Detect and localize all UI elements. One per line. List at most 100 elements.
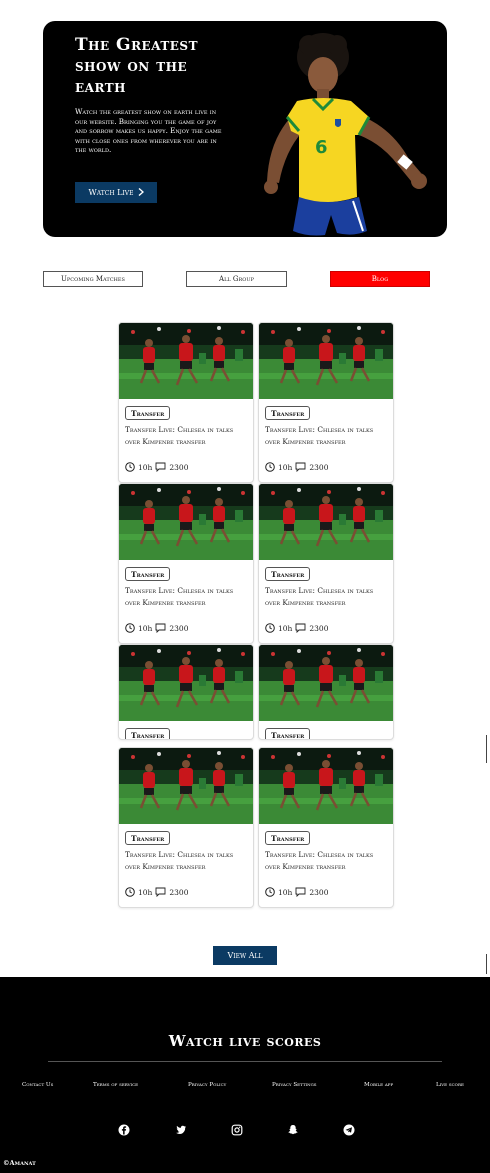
footer-link-privacy-settings[interactable]: Privacy Settings	[272, 1082, 317, 1088]
category-badge: Transfer	[265, 831, 311, 845]
card-meta: 10h 2300	[125, 462, 188, 472]
football-photo	[119, 323, 253, 399]
card-title: Transfer Live: Chlesea in talks over Kimp…	[125, 586, 251, 607]
blog-card[interactable]: Transfer Transfer Live: Chlesea in talks…	[258, 322, 394, 483]
comment-count: 2300	[169, 887, 189, 897]
card-title-line1: Transfer Live: Chlesea in talks	[125, 586, 234, 595]
card-title-line2: over Kimpenbe transfer	[265, 598, 346, 607]
tab-blog[interactable]: Blog	[330, 271, 430, 287]
football-photo	[119, 484, 253, 560]
card-title-line1: Transfer Live: Chlesea in talks	[265, 850, 374, 859]
hero-banner: The Greatest show on the earth Watch the…	[43, 21, 447, 237]
category-badge: Transfer	[125, 406, 171, 420]
comment-icon	[295, 462, 306, 472]
football-photo	[259, 323, 393, 399]
instagram-icon[interactable]	[231, 1121, 243, 1136]
time-ago: 10h	[138, 623, 153, 633]
svg-text:6: 6	[315, 137, 328, 158]
category-badge: Transfer	[125, 831, 171, 845]
card-title: Transfer Live: Chlesea in talks over Kimp…	[125, 425, 251, 446]
card-meta: 10h 2300	[125, 623, 188, 633]
category-badge: Transfer	[265, 728, 311, 739]
clock-icon	[125, 887, 135, 897]
footer-link-privacy-policy[interactable]: Privacy Policy	[188, 1082, 226, 1088]
card-title-line2: over Kimpenbe transfer	[265, 437, 346, 446]
view-all-button[interactable]: View All	[213, 946, 277, 965]
footer: Watch live scores Contact Us Terms of se…	[0, 977, 490, 1173]
card-meta: 10h 2300	[265, 623, 328, 633]
category-badge: Transfer	[125, 728, 171, 739]
comment-count: 2300	[309, 623, 329, 633]
tab-upcoming-matches[interactable]: Upcoming Matches	[43, 271, 143, 287]
category-badge: Transfer	[265, 567, 311, 581]
watch-live-label: Watch Live	[88, 188, 134, 197]
footer-link-mobile-app[interactable]: Mobile app	[364, 1082, 393, 1088]
comment-icon	[295, 887, 306, 897]
football-photo	[259, 484, 393, 560]
card-title: Transfer Live: Chlesea in talks over Kimp…	[265, 850, 391, 871]
time-ago: 10h	[278, 887, 293, 897]
clock-icon	[265, 887, 275, 897]
copyright: ©Amanat	[3, 1159, 36, 1167]
telegram-icon[interactable]	[343, 1121, 355, 1136]
blog-card[interactable]: Transfer	[118, 644, 254, 740]
time-ago: 10h	[278, 462, 293, 472]
comment-icon	[155, 623, 166, 633]
blog-card[interactable]: Transfer Transfer Live: Chlesea in talks…	[118, 747, 254, 908]
card-meta: 10h 2300	[265, 462, 328, 472]
comment-count: 2300	[169, 623, 189, 633]
scrollbar-thumb[interactable]	[486, 735, 487, 763]
card-title-line2: over Kimpenbe transfer	[125, 437, 206, 446]
card-title-line2: over Kimpenbe transfer	[265, 862, 346, 871]
clock-icon	[125, 462, 135, 472]
time-ago: 10h	[138, 887, 153, 897]
card-meta: 10h 2300	[265, 887, 328, 897]
footer-link-terms[interactable]: Terms of service	[93, 1082, 138, 1088]
card-title: Transfer Live: Chlesea in talks over Kimp…	[265, 425, 391, 446]
footer-link-live-score[interactable]: Live score	[436, 1082, 464, 1088]
watch-live-button[interactable]: Watch Live	[75, 182, 157, 203]
hero-title: The Greatest show on the earth	[75, 35, 199, 97]
comment-count: 2300	[309, 462, 329, 472]
clock-icon	[265, 623, 275, 633]
category-badge: Transfer	[265, 406, 311, 420]
card-meta: 10h 2300	[125, 887, 188, 897]
category-badge: Transfer	[125, 567, 171, 581]
football-photo	[119, 645, 253, 721]
footer-divider	[48, 1061, 442, 1062]
card-title: Transfer Live: Chlesea in talks over Kimp…	[265, 586, 391, 607]
scrollbar-thumb-lower[interactable]	[486, 954, 487, 974]
clock-icon	[125, 623, 135, 633]
card-title-line2: over Kimpenbe transfer	[125, 598, 206, 607]
card-title-line2: over Kimpenbe transfer	[125, 862, 206, 871]
footer-title: Watch live scores	[168, 1032, 322, 1050]
twitter-icon[interactable]	[175, 1121, 187, 1134]
time-ago: 10h	[278, 623, 293, 633]
card-title-line1: Transfer Live: Chlesea in talks	[125, 425, 234, 434]
hero-description: Watch the greatest show on earth live in…	[75, 107, 222, 155]
tab-all-group[interactable]: All Group	[186, 271, 287, 287]
card-title: Transfer Live: Chlesea in talks over Kimp…	[125, 850, 251, 871]
facebook-icon[interactable]	[118, 1121, 130, 1136]
blog-card[interactable]: Transfer Transfer Live: Chlesea in talks…	[258, 747, 394, 908]
blog-card[interactable]: Transfer Transfer Live: Chlesea in talks…	[118, 483, 254, 644]
snapchat-icon[interactable]	[287, 1121, 299, 1135]
footer-link-contact-us[interactable]: Contact Us	[22, 1082, 53, 1088]
card-title-line1: Transfer Live: Chlesea in talks	[125, 850, 234, 859]
blog-card[interactable]: Transfer Transfer Live: Chlesea in talks…	[118, 322, 254, 483]
comment-count: 2300	[309, 887, 329, 897]
football-photo	[259, 748, 393, 824]
comment-icon	[295, 623, 306, 633]
player-image: 6	[264, 33, 427, 236]
blog-card[interactable]: Transfer Transfer Live: Chlesea in talks…	[258, 483, 394, 644]
clock-icon	[265, 462, 275, 472]
comment-icon	[155, 887, 166, 897]
time-ago: 10h	[138, 462, 153, 472]
card-title-line1: Transfer Live: Chlesea in talks	[265, 586, 374, 595]
card-title-line1: Transfer Live: Chlesea in talks	[265, 425, 374, 434]
blog-card[interactable]: Transfer	[258, 644, 394, 740]
comment-icon	[155, 462, 166, 472]
football-photo	[119, 748, 253, 824]
comment-count: 2300	[169, 462, 189, 472]
chevron-right-icon	[138, 187, 144, 198]
